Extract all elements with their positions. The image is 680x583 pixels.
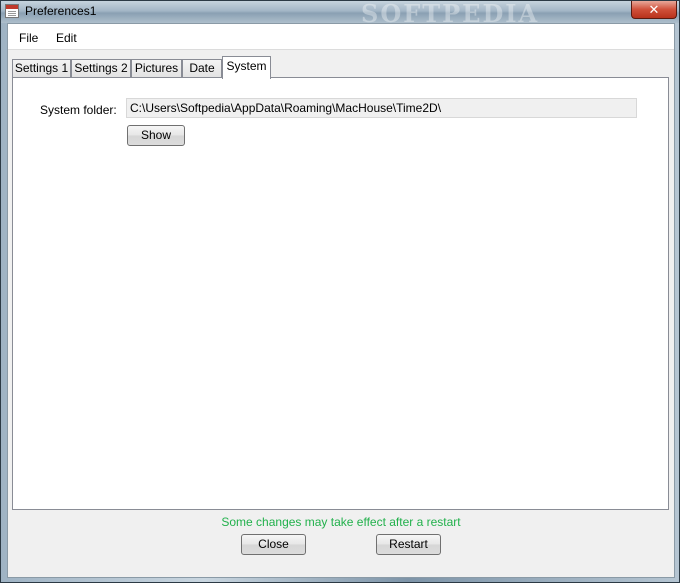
restart-notice: Some changes may take effect after a res…: [221, 515, 461, 529]
tab-date[interactable]: Date: [182, 59, 222, 78]
tab-settings-2[interactable]: Settings 2: [71, 59, 131, 78]
window-close-button[interactable]: ✕: [631, 1, 677, 19]
tab-system[interactable]: System: [222, 56, 271, 79]
window-title: Preferences1: [25, 4, 97, 18]
tab-settings-1[interactable]: Settings 1: [12, 59, 71, 78]
menu-file[interactable]: File: [19, 31, 38, 45]
system-folder-label: System folder:: [40, 103, 117, 117]
restart-button[interactable]: Restart: [376, 534, 441, 555]
tab-strip: Settings 1 Settings 2 Pictures Date Syst…: [8, 50, 674, 79]
app-icon: [5, 4, 19, 18]
show-button[interactable]: Show: [127, 125, 185, 146]
tab-pictures[interactable]: Pictures: [131, 59, 182, 78]
preferences-window: SOFTPEDIA Preferences1 ✕ File Edit Setti…: [0, 0, 680, 583]
menu-edit[interactable]: Edit: [56, 31, 77, 45]
system-tab-panel: System folder: C:\Users\Softpedia\AppDat…: [12, 77, 669, 510]
title-bar[interactable]: SOFTPEDIA Preferences1 ✕: [1, 0, 679, 28]
close-icon: ✕: [648, 2, 660, 17]
menu-bar: File Edit: [8, 24, 674, 50]
client-area: File Edit Settings 1 Settings 2 Pictures…: [7, 23, 675, 578]
close-button[interactable]: Close: [241, 534, 306, 555]
system-folder-field[interactable]: C:\Users\Softpedia\AppData\Roaming\MacHo…: [126, 98, 637, 118]
